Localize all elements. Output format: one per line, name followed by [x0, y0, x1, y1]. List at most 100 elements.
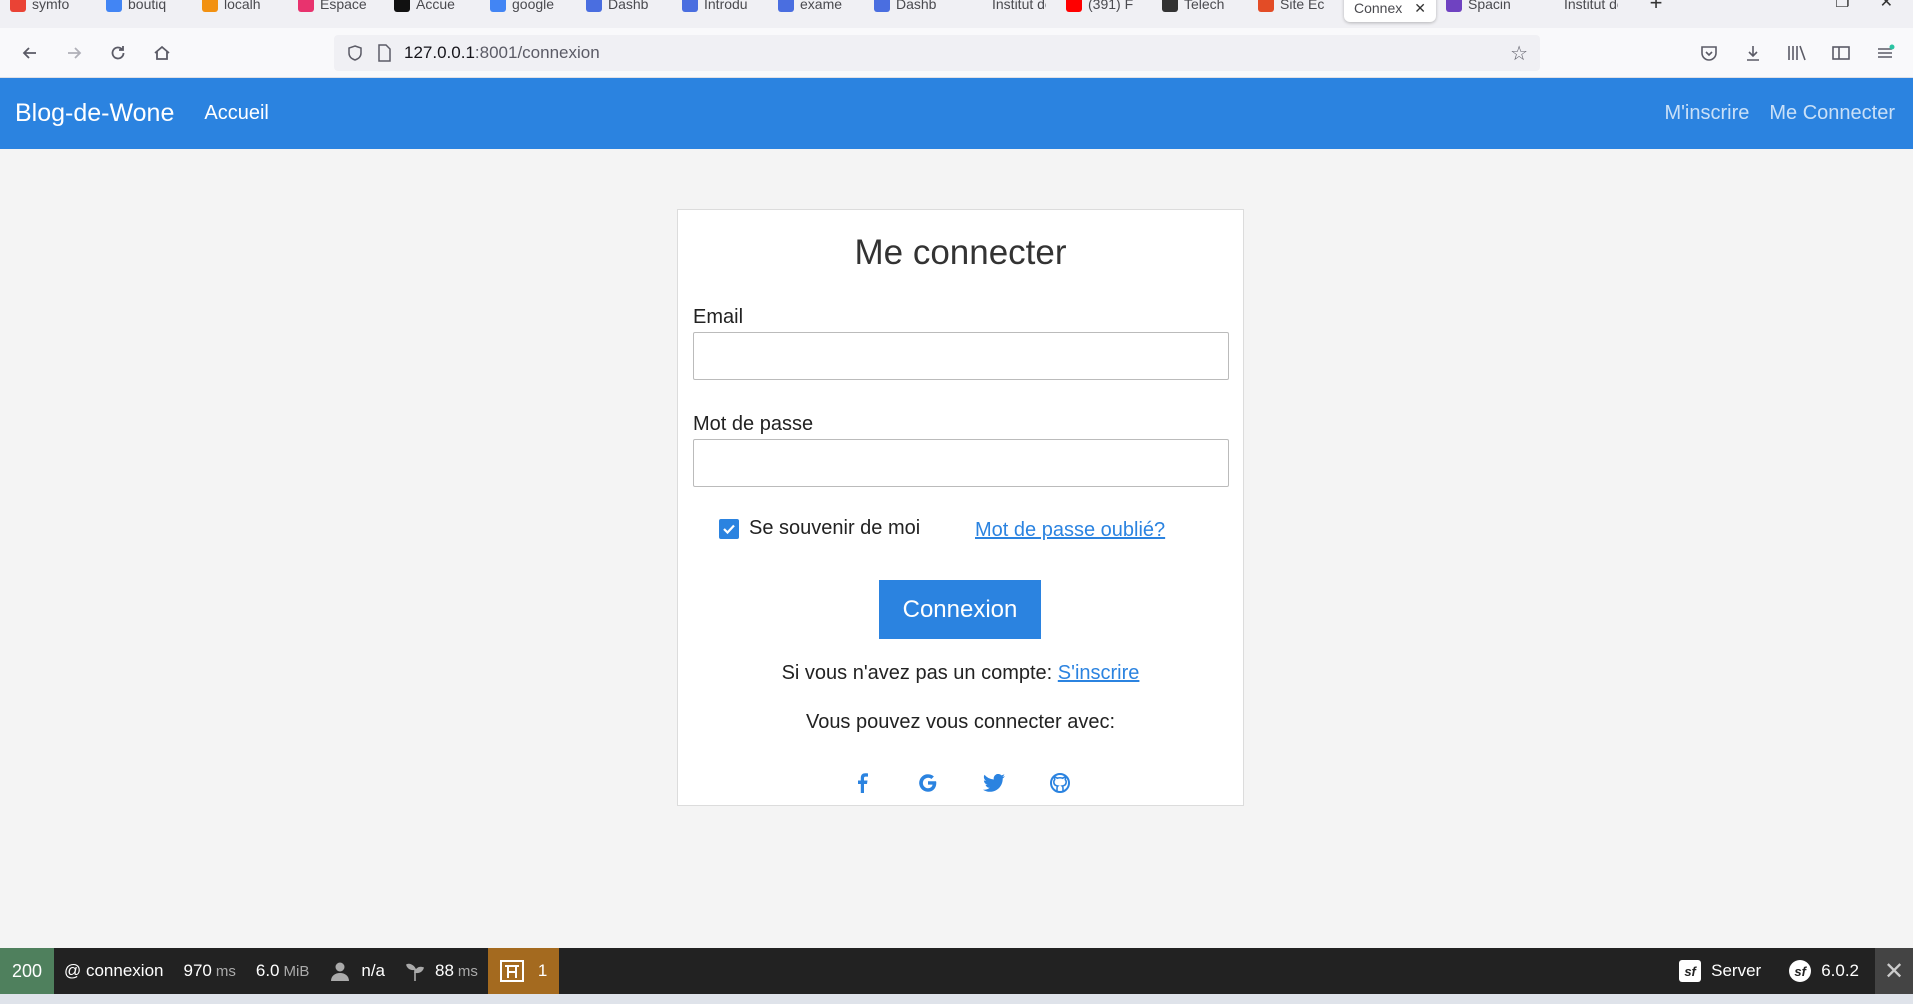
route-item[interactable]: @ connexion [54, 948, 174, 994]
close-window-icon[interactable]: ✕ [1880, 0, 1893, 12]
github-icon[interactable] [1047, 770, 1073, 796]
memory-unit: MiB [283, 962, 310, 980]
email-field[interactable] [693, 332, 1229, 380]
browser-tab[interactable]: Site Ec [1248, 0, 1344, 16]
browser-tab[interactable]: google [480, 0, 576, 16]
forward-button[interactable] [52, 33, 96, 73]
time-item[interactable]: 970 ms [174, 948, 246, 994]
reload-icon [111, 45, 125, 59]
tab-label: (391) F [1088, 0, 1134, 12]
memory-item[interactable]: 6.0 MiB [246, 948, 319, 994]
browser-tab-active[interactable]: Connex ✕ [1344, 0, 1436, 22]
close-tab-icon[interactable]: ✕ [1414, 0, 1426, 17]
twitter-icon[interactable] [981, 770, 1007, 796]
tab-label: exame [800, 0, 843, 12]
reload-button[interactable] [96, 33, 140, 73]
restore-window-icon[interactable]: ❐ [1835, 0, 1849, 12]
time-unit: ms [215, 962, 236, 980]
memory-value: 6.0 [255, 961, 280, 980]
login-submit-button[interactable]: Connexion [879, 580, 1041, 639]
facebook-icon[interactable] [849, 770, 875, 796]
browser-tab[interactable]: (391) F [1056, 0, 1152, 16]
tab-label: Dashb [896, 0, 937, 12]
tab-favicon-icon [490, 0, 506, 12]
tab-label: Institut de [1564, 0, 1618, 12]
version-item[interactable]: sf 6.0.2 [1779, 948, 1875, 994]
close-toolbar-icon[interactable]: ✕ [1875, 948, 1913, 994]
back-button[interactable] [8, 33, 52, 73]
server-item[interactable]: sf Server [1669, 948, 1779, 994]
status-badge[interactable]: 200 [0, 948, 54, 994]
init-unit: ms [457, 962, 478, 980]
no-account-text: Si vous n'avez pas un compte: [781, 662, 1053, 684]
arrow-right-icon [68, 46, 82, 59]
library-button[interactable] [1775, 33, 1819, 73]
browser-tab[interactable]: Dashb [864, 0, 960, 16]
shield-icon[interactable] [346, 44, 364, 62]
browser-tab[interactable]: Institut de [1532, 0, 1628, 16]
tab-label: Connex [1354, 0, 1403, 16]
user-item[interactable]: n/a [319, 948, 395, 994]
forgot-password-link[interactable]: Mot de passe oublié? [975, 519, 1165, 542]
url-path: :8001/connexion [474, 43, 600, 62]
tab-favicon-icon [1066, 0, 1082, 12]
tab-favicon-icon [202, 0, 218, 12]
sidebar-button[interactable] [1819, 33, 1863, 73]
symfony-version: 6.0.2 [1821, 961, 1859, 980]
server-label: Server [1711, 961, 1762, 980]
tab-favicon-icon [1162, 0, 1178, 12]
home-button[interactable] [140, 33, 184, 73]
browser-tab[interactable]: exame [768, 0, 864, 16]
remember-label[interactable]: Se souvenir de moi [749, 517, 920, 540]
menu-button[interactable] [1863, 33, 1907, 73]
remember-checkbox[interactable] [719, 518, 739, 539]
nav-home-link[interactable]: Accueil [204, 102, 268, 125]
tab-label: localh [224, 0, 261, 12]
tab-favicon-icon [298, 0, 314, 12]
login-title: Me connecter [854, 233, 1067, 272]
browser-tab[interactable]: Introdu [672, 0, 768, 16]
no-account-line: Si vous n'avez pas un compte: S'inscrire [678, 662, 1243, 685]
tab-favicon-icon [394, 0, 410, 12]
browser-tab[interactable]: Institut de [960, 0, 1056, 16]
tab-label: Site Ec [1280, 0, 1325, 12]
sidebar-icon [1832, 46, 1850, 60]
address-bar[interactable]: 127.0.0.1:8001/connexion ☆ [334, 35, 1540, 71]
google-icon[interactable] [915, 770, 941, 796]
home-icon [154, 45, 170, 60]
twig-item[interactable]: 1 [487, 948, 560, 994]
browser-tab[interactable]: Dashb [576, 0, 672, 16]
tab-favicon-icon [586, 0, 602, 12]
register-link[interactable]: S'inscrire [1058, 662, 1140, 684]
browser-tab[interactable]: Accue [384, 0, 480, 16]
browser-tab[interactable]: Espace [288, 0, 384, 16]
nav-login-link[interactable]: Me Connecter [1769, 102, 1895, 125]
browser-tab[interactable]: Spacin [1436, 0, 1532, 16]
browser-tab[interactable]: boutiq [96, 0, 192, 16]
browser-tab[interactable]: localh [192, 0, 288, 16]
tab-label: Dashb [608, 0, 649, 12]
time-value: 970 [183, 961, 212, 980]
downloads-button[interactable] [1731, 33, 1775, 73]
browser-tab[interactable]: Telech [1152, 0, 1248, 16]
tab-favicon-icon [970, 0, 986, 12]
tab-label: google [512, 0, 555, 12]
init-time-item[interactable]: 88 ms [395, 948, 488, 994]
page-icon [378, 44, 391, 62]
password-field[interactable] [693, 439, 1229, 487]
tab-label: Introdu [704, 0, 748, 12]
bookmark-star-icon[interactable]: ☆ [1510, 41, 1528, 66]
new-tab-button[interactable]: + [1636, 0, 1676, 16]
email-label: Email [693, 306, 744, 328]
nav-register-link[interactable]: M'inscrire [1664, 102, 1749, 125]
tab-label: Espace [320, 0, 367, 12]
tab-favicon-icon [1446, 0, 1462, 12]
checkmark-icon [723, 524, 735, 534]
tab-favicon-icon [874, 0, 890, 12]
site-brand[interactable]: Blog-de-Wone [15, 99, 174, 128]
pocket-button[interactable] [1687, 33, 1731, 73]
url-host: 127.0.0.1 [404, 43, 475, 62]
browser-tab[interactable]: symfo [0, 0, 96, 16]
user-icon [331, 962, 350, 981]
browser-tab-strip: symfo boutiq localh Espace Accue google Dashb I… [0, 0, 1913, 28]
